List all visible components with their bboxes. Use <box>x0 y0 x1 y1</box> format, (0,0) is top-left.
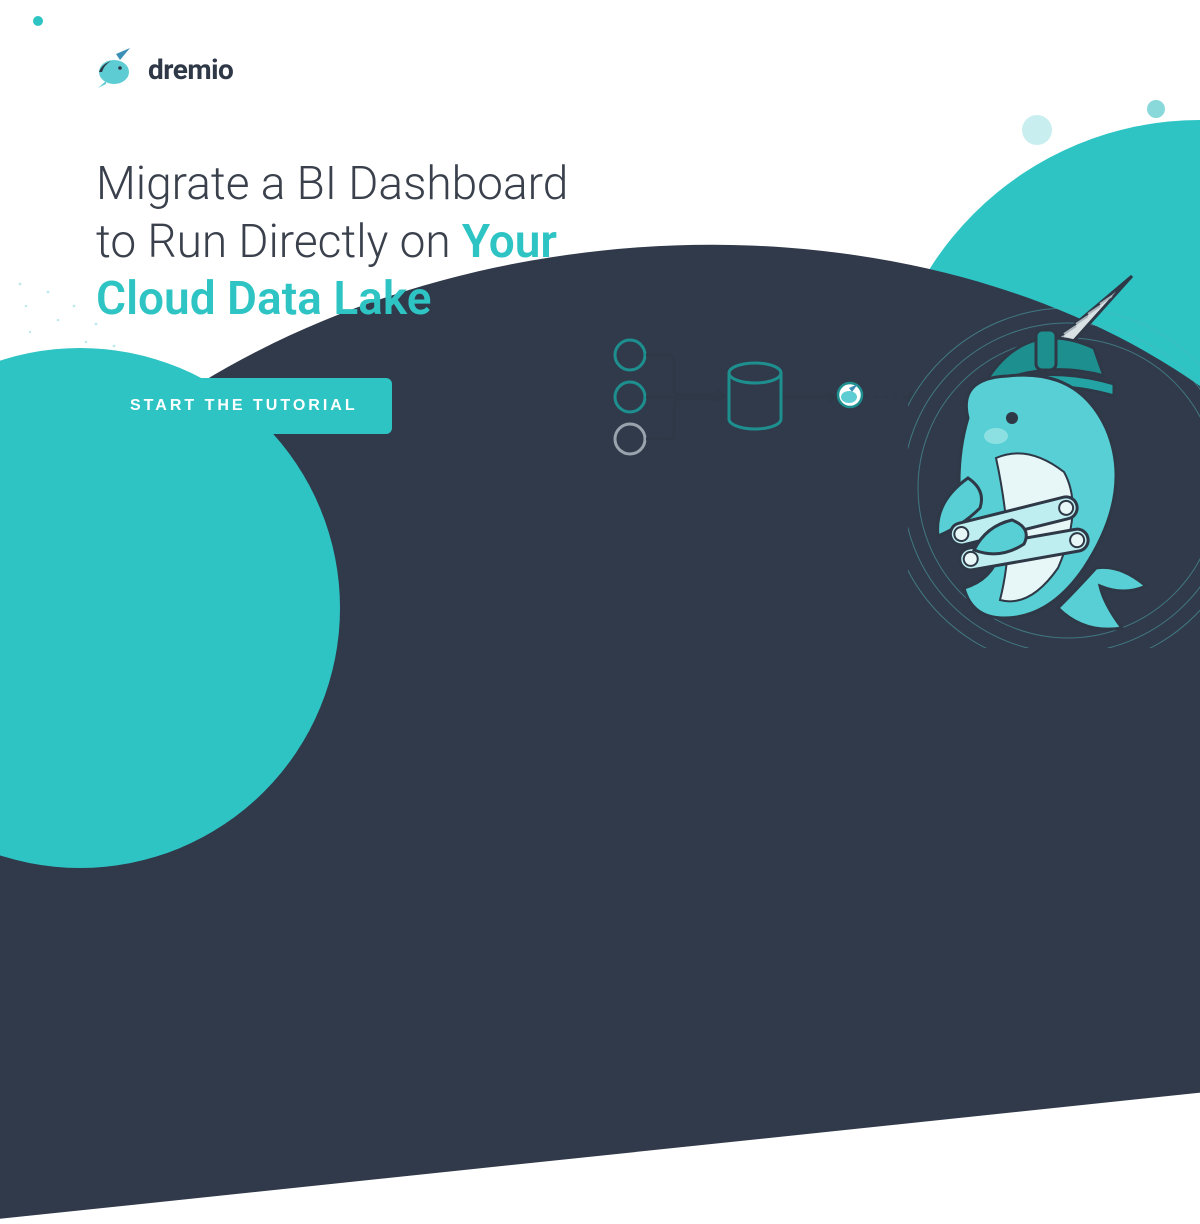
decorative-dot <box>1147 100 1165 118</box>
headline-em-2: Cloud Data Lake <box>96 272 431 326</box>
decorative-dot <box>33 16 43 26</box>
headline-line-2a: to Run Directly on <box>96 215 462 269</box>
headline-em-1: Your <box>462 215 557 269</box>
headline-line-1: Migrate a BI Dashboard <box>96 157 568 211</box>
headline: Migrate a BI Dashboard to Run Directly o… <box>96 156 568 329</box>
promo-card: dremio Migrate a BI Dashboard to Run Dir… <box>0 0 1200 628</box>
pipeline-diagram-icon <box>610 335 915 460</box>
decorative-dot <box>1022 115 1052 145</box>
narwhal-icon <box>96 48 138 90</box>
brand-logo: dremio <box>96 48 233 90</box>
mascot-narwhal-builder-icon <box>908 268 1200 648</box>
start-tutorial-button[interactable]: START THE TUTORIAL <box>96 378 392 434</box>
brand-name: dremio <box>148 53 233 86</box>
